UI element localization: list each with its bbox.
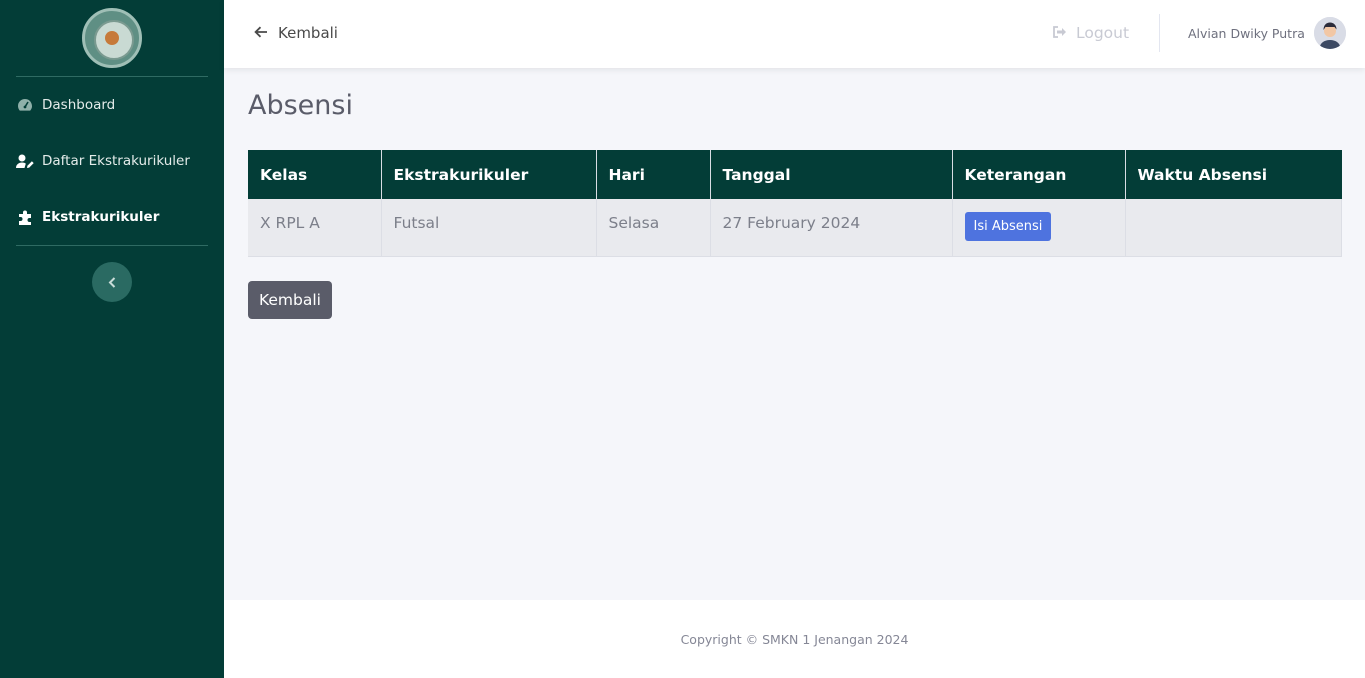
absensi-table: Kelas Ekstrakurikuler Hari Tanggal Keter…	[248, 150, 1342, 257]
column-header-keterangan: Keterangan	[952, 150, 1126, 199]
copyright-text: Copyright © SMKN 1 Jenangan 2024	[680, 631, 909, 647]
logout-label: Logout	[1076, 24, 1130, 42]
user-edit-icon	[16, 153, 34, 169]
sidebar-item-label: Daftar Ekstrakurikuler	[42, 153, 190, 169]
table-header-row: Kelas Ekstrakurikuler Hari Tanggal Keter…	[248, 150, 1342, 199]
chevron-left-icon	[108, 273, 116, 292]
user-name: Alvian Dwiky Putra	[1188, 25, 1305, 41]
footer: Copyright © SMKN 1 Jenangan 2024	[224, 600, 1365, 678]
cell-ekstrakurikuler: Futsal	[381, 199, 597, 257]
sidebar-item-ekstrakurikuler[interactable]: Ekstrakurikuler	[0, 189, 224, 245]
kembali-button[interactable]: Kembali	[248, 281, 332, 319]
cell-waktu-absensi	[1125, 199, 1342, 257]
column-header-waktu-absensi: Waktu Absensi	[1125, 150, 1342, 199]
column-header-kelas: Kelas	[248, 150, 382, 199]
table-row: X RPL A Futsal Selasa 27 February 2024 I…	[248, 199, 1342, 257]
back-link[interactable]: Kembali	[254, 0, 338, 66]
user-menu[interactable]: Alvian Dwiky Putra	[1188, 0, 1346, 66]
cell-tanggal: 27 February 2024	[710, 199, 953, 257]
sidebar-toggle-button[interactable]	[92, 262, 132, 302]
sidebar-item-label: Dashboard	[42, 97, 116, 113]
sidebar-item-daftar-ekstrakurikuler[interactable]: Daftar Ekstrakurikuler	[0, 133, 224, 189]
column-header-tanggal: Tanggal	[710, 150, 953, 199]
sidebar: Dashboard Daftar Ekstrakurikuler Ekstrak…	[0, 0, 224, 678]
topbar-divider	[1159, 14, 1160, 52]
school-logo[interactable]	[82, 8, 142, 68]
puzzle-icon	[16, 209, 34, 225]
back-link-label: Kembali	[278, 24, 338, 42]
sign-out-icon	[1052, 24, 1076, 42]
column-header-ekstrakurikuler: Ekstrakurikuler	[381, 150, 597, 199]
avatar	[1313, 17, 1346, 49]
topbar: Kembali Logout Alvian Dwiky Putra	[224, 0, 1365, 68]
sidebar-item-dashboard[interactable]: Dashboard	[0, 77, 224, 133]
sidebar-item-label: Ekstrakurikuler	[42, 209, 160, 225]
tachometer-icon	[16, 97, 34, 113]
cell-hari: Selasa	[596, 199, 711, 257]
sidebar-toggle-container	[0, 246, 224, 318]
column-header-hari: Hari	[596, 150, 711, 199]
isi-absensi-button[interactable]: Isi Absensi	[964, 212, 1052, 241]
cell-keterangan: Isi Absensi	[952, 199, 1126, 257]
page-title: Absensi	[248, 90, 353, 121]
logo-container	[0, 0, 224, 76]
arrow-left-icon	[254, 24, 278, 42]
logout-button[interactable]: Logout	[1052, 0, 1129, 66]
cell-kelas: X RPL A	[248, 199, 382, 257]
